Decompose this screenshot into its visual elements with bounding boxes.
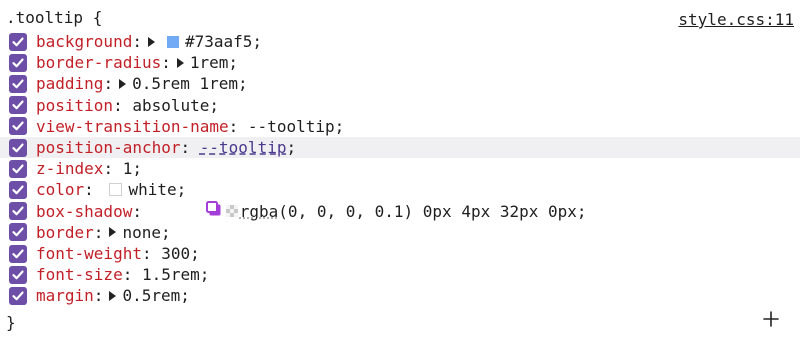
property-value[interactable]: 300 [161,244,190,263]
checkmark-icon[interactable] [9,96,27,115]
expand-triangle-icon[interactable] [109,290,117,301]
property-name[interactable]: z-index [36,159,103,178]
declaration-row: view-transition-name: --tooltip; [0,116,800,137]
property-name[interactable]: font-size [36,265,123,284]
property-value[interactable]: 1 [123,159,133,178]
declaration-row: box-shadow: rgba (0, 0, 0, 0.1) 0px 4px 3… [0,201,800,222]
declaration-row: padding: 0.5rem 1rem; [0,73,800,94]
rule-closing-brace: } [6,313,16,332]
expand-triangle-icon[interactable] [119,78,127,89]
property-value[interactable]: 1rem [190,53,229,72]
property-value[interactable]: 1.5rem [142,265,200,284]
color-function[interactable]: rgba [240,202,279,221]
property-value[interactable]: --tooltip [248,117,335,136]
property-value[interactable]: none [122,223,161,242]
declaration-row: margin: 0.5rem; [0,285,800,306]
declaration-row: background: #73aaf5; [0,31,800,52]
property-name[interactable]: position [36,96,113,115]
property-name[interactable]: position-anchor [36,138,181,157]
property-name[interactable]: margin [36,286,94,305]
expand-triangle-icon[interactable] [109,227,117,238]
declaration-row: font-weight: 300; [0,243,800,264]
color-swatch-icon[interactable] [109,183,123,197]
property-value[interactable]: absolute [132,96,209,115]
property-value[interactable]: (0, 0, 0, 0.1) 0px 4px 32px 0px [278,202,577,221]
checkmark-icon[interactable] [9,117,27,136]
declaration-row: color: white; [0,179,800,200]
declaration-row: position: absolute; [0,95,800,116]
property-name[interactable]: border [36,223,94,242]
property-name[interactable]: view-transition-name [36,117,229,136]
color-swatch-icon[interactable] [225,205,238,218]
checkmark-icon[interactable] [9,265,27,284]
declaration-row-hovered: position-anchor: --tooltip; [0,137,800,159]
property-name[interactable]: color [36,180,84,199]
property-value[interactable]: #73aaf5 [185,32,252,51]
property-value[interactable]: 0.5rem [122,286,180,305]
plus-icon[interactable] [762,310,780,328]
property-value[interactable]: 0.5rem 1rem [132,74,238,93]
checkmark-icon[interactable] [9,286,27,305]
css-rule-panel: .tooltip { style.css:11 background: #73a… [0,0,800,337]
property-name[interactable]: background [36,32,132,51]
declaration-row: font-size: 1.5rem; [0,264,800,285]
checkmark-icon[interactable] [9,74,27,93]
checkmark-icon[interactable] [9,53,27,72]
checkmark-icon[interactable] [9,244,27,263]
color-swatch-icon[interactable] [166,35,179,48]
rule-selector[interactable]: .tooltip { [6,8,102,28]
source-link[interactable]: style.css:11 [678,10,794,30]
expand-triangle-icon[interactable] [147,36,155,47]
checkmark-icon[interactable] [9,180,27,199]
property-name[interactable]: border-radius [36,53,161,72]
expand-triangle-icon[interactable] [176,57,184,68]
checkmark-icon[interactable] [9,32,27,51]
anchor-name-link[interactable]: --tooltip [200,138,287,157]
property-name[interactable]: box-shadow [36,202,132,221]
property-name[interactable]: padding [36,74,103,93]
declaration-row: z-index: 1; [0,158,800,179]
checkmark-icon[interactable] [9,223,27,242]
checkmark-icon[interactable] [9,202,27,221]
declaration-row: border-radius: 1rem; [0,52,800,73]
checkmark-icon[interactable] [9,138,27,157]
declaration-row: border: none; [0,222,800,243]
property-name[interactable]: font-weight [36,244,142,263]
checkmark-icon[interactable] [9,159,27,178]
